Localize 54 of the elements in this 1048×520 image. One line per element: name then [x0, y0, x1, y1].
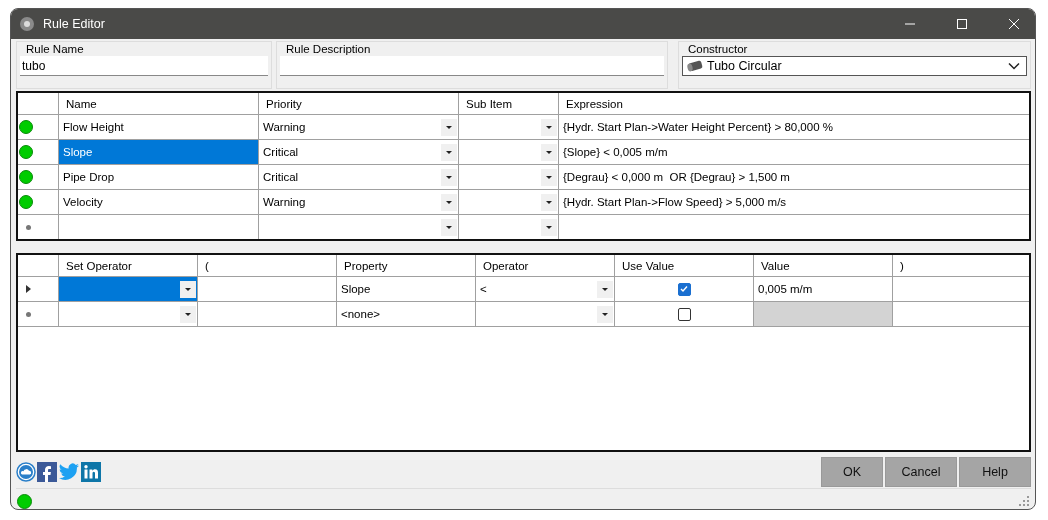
linkedin-icon[interactable] [81, 462, 101, 482]
column-header[interactable]: ) [893, 255, 1029, 276]
column-header[interactable]: Sub Item [459, 93, 559, 114]
rule-name-field[interactable]: tubo [20, 56, 268, 76]
use-value-checkbox[interactable] [677, 282, 691, 296]
pipe-icon [686, 59, 704, 73]
column-header[interactable]: Set Operator [59, 255, 198, 276]
constructor-dropdown[interactable]: Tubo Circular [682, 56, 1027, 76]
value-cell[interactable] [754, 302, 893, 326]
facebook-icon[interactable] [37, 462, 57, 482]
priority-cell[interactable]: Warning [259, 115, 459, 139]
column-header[interactable]: ( [198, 255, 337, 276]
field-label: Constructor [687, 43, 749, 55]
name-cell[interactable]: Flow Height [59, 115, 259, 139]
current-row-icon [26, 285, 31, 293]
expression-cell-text: {Degrau} < 0,000 m OR {Degrau} > 1,500 m [562, 170, 791, 185]
dialog-button[interactable]: Help [959, 457, 1031, 487]
property-cell[interactable]: <none> [337, 302, 476, 326]
column-header[interactable]: Value [754, 255, 893, 276]
operator-cell[interactable]: < [476, 277, 615, 301]
chevron-down-icon [1008, 62, 1020, 70]
cloud-logo-icon[interactable] [16, 462, 36, 482]
priority-cell[interactable]: Warning [259, 190, 459, 214]
checkmark-icon [679, 284, 689, 294]
field-label: Rule Name [25, 43, 85, 55]
dialog-button[interactable]: OK [821, 457, 883, 487]
column-header[interactable]: Use Value [615, 255, 754, 276]
new-row-icon [26, 311, 31, 317]
priority-cell[interactable]: Critical [259, 165, 459, 189]
maximize-icon[interactable] [956, 18, 968, 30]
expression-cell-text: {Hydr. Start Plan->Flow Speed} > 5,000 m/s [562, 195, 788, 210]
column-header[interactable]: Property [337, 255, 476, 276]
window-title: Rule Editor [43, 17, 105, 31]
close-icon[interactable] [1008, 18, 1020, 30]
column-header[interactable]: Expression [559, 93, 1029, 114]
column-header[interactable]: Name [59, 93, 259, 114]
column-header[interactable]: Operator [476, 255, 615, 276]
field-label: Rule Description [285, 43, 372, 55]
value-cell[interactable]: 0,005 m/m [754, 277, 893, 301]
new-row-icon [26, 224, 31, 230]
expression-cell-text: {Slope} < 0,005 m/m [562, 145, 669, 160]
priority-cell[interactable]: Critical [259, 140, 459, 164]
use-value-checkbox[interactable] [677, 307, 691, 321]
expression-cell-text: {Hydr. Start Plan->Water Height Percent} > 80,000 % [562, 120, 834, 135]
column-header[interactable]: Priority [259, 93, 459, 114]
app-icon [19, 16, 35, 32]
resize-grip-icon[interactable] [1019, 496, 1029, 506]
name-cell[interactable]: Pipe Drop [59, 165, 259, 189]
rule-description-field[interactable] [280, 56, 664, 76]
name-cell[interactable]: Slope [59, 140, 259, 164]
set-operator-cell[interactable] [59, 277, 198, 301]
name-cell[interactable]: Velocity [59, 190, 259, 214]
property-cell[interactable]: Slope [337, 277, 476, 301]
dialog-button[interactable]: Cancel [885, 457, 957, 487]
